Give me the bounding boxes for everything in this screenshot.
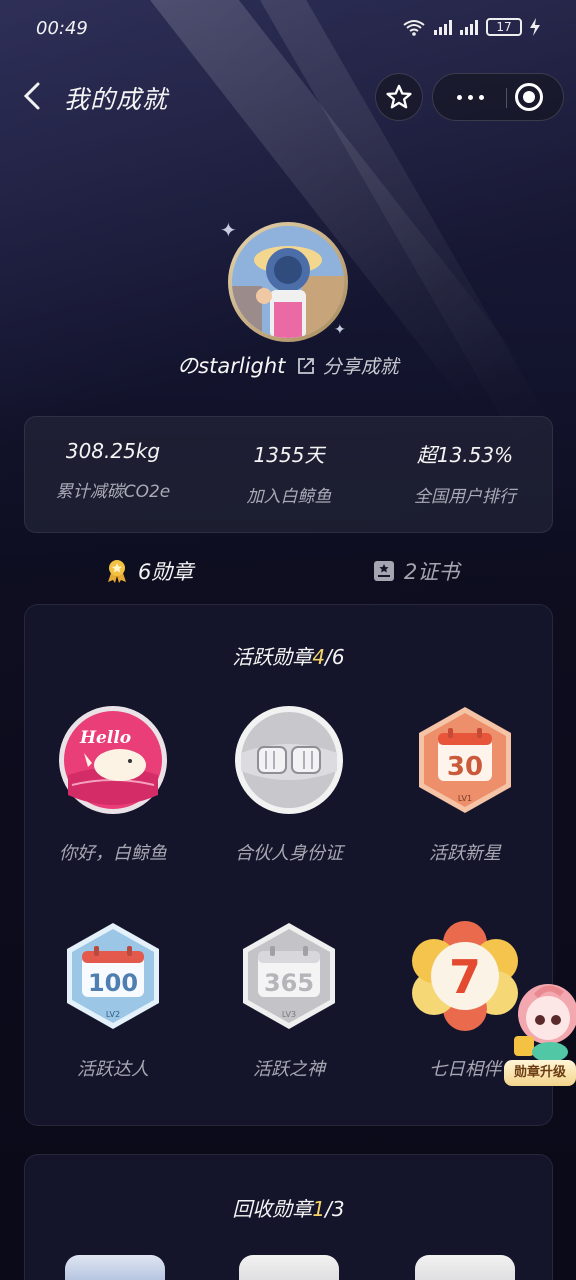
mascot-icon <box>514 984 576 1062</box>
total-count: /3 <box>325 1197 345 1221</box>
stat-days: 1355天 加入白鲸鱼 <box>201 439 377 507</box>
badge-label: 活跃达人 <box>77 1059 149 1080</box>
share-achievement-link[interactable]: 分享成就 <box>323 356 399 378</box>
stat-carbon: 308.25kg 累计减碳CO2e <box>25 439 201 502</box>
avatar-illustration <box>232 226 344 338</box>
status-bar: 00:49 17 <box>0 0 576 60</box>
avatar-image <box>232 226 344 338</box>
signal-icon <box>434 19 452 35</box>
badge-partner-id[interactable]: 合伙人身份证 <box>201 705 377 867</box>
status-time: 00:49 <box>36 18 88 39</box>
svg-text:100: 100 <box>88 969 138 997</box>
tab-certificates[interactable]: 2证书 <box>372 556 459 586</box>
stat-value: 超13.53% <box>416 443 514 467</box>
svg-text:LV1: LV1 <box>458 794 472 803</box>
badge-label: 活跃新星 <box>429 843 501 864</box>
active-badges-card: 活跃勋章4/6 Hello 你好，白鲸鱼 合伙人身份证 30 LV1 活跃新星 … <box>24 604 553 1126</box>
stats-card: 308.25kg 累计减碳CO2e 1355天 加入白鲸鱼 超13.53% 全国… <box>24 416 553 533</box>
badge-upgrade-float[interactable]: 勋章升级 <box>500 978 576 1088</box>
status-icons: 17 <box>402 18 540 36</box>
earned-count: 4 <box>312 645 326 669</box>
sparkle-icon: ✦ <box>334 322 346 338</box>
tab-badges[interactable]: 6勋章 <box>104 556 193 586</box>
calendar-365-badge-icon: 365 LV3 <box>234 921 344 1031</box>
capsule-divider <box>506 88 507 108</box>
active-badges-title: 活跃勋章4/6 <box>25 641 552 670</box>
svg-text:7: 7 <box>449 950 481 1004</box>
miniapp-capsule <box>432 73 564 121</box>
recycle-badges-title: 回收勋章1/3 <box>25 1193 552 1222</box>
badge-upgrade-label: 勋章升级 <box>504 1060 576 1086</box>
svg-text:365: 365 <box>264 969 314 997</box>
section-title-text: 活跃勋章 <box>232 645 313 669</box>
stat-value: 1355天 <box>253 443 325 467</box>
battery-icon: 17 <box>486 18 522 36</box>
recycle-badge[interactable] <box>415 1255 515 1280</box>
svg-text:LV2: LV2 <box>106 1010 120 1019</box>
stat-label: 全国用户排行 <box>414 487 516 507</box>
back-arrow-icon[interactable] <box>18 80 46 112</box>
badge-hello-whale[interactable]: Hello 你好，白鲸鱼 <box>25 705 201 867</box>
svg-text:Hello: Hello <box>79 728 131 748</box>
username: のstarlight <box>177 354 286 378</box>
svg-text:LV3: LV3 <box>282 1010 296 1019</box>
calendar-100-badge-icon: 100 LV2 <box>58 921 168 1031</box>
star-icon <box>386 84 412 109</box>
badge-label: 你好，白鲸鱼 <box>59 843 167 864</box>
close-miniapp-icon[interactable] <box>515 83 543 111</box>
signal-icon <box>460 19 478 35</box>
share-icon[interactable] <box>296 356 316 376</box>
recycle-badge[interactable] <box>65 1255 165 1280</box>
badge-label: 活跃之神 <box>253 1059 325 1080</box>
tab-certificates-label: 2证书 <box>404 560 460 584</box>
certificate-icon <box>374 561 394 581</box>
charging-icon <box>530 18 540 36</box>
avatar[interactable] <box>228 222 348 342</box>
more-icon[interactable] <box>433 74 507 120</box>
stat-value: 308.25kg <box>65 439 161 463</box>
nav-bar: 我的成就 <box>0 70 576 122</box>
username-row: のstarlight 分享成就 <box>0 350 576 380</box>
page-title: 我的成就 <box>64 85 169 114</box>
badge-active-expert[interactable]: 100 LV2 活跃达人 <box>25 921 201 1083</box>
whale-hello-badge-icon: Hello <box>58 705 168 815</box>
tab-badges-label: 6勋章 <box>138 560 194 584</box>
earned-count: 1 <box>312 1197 326 1221</box>
recycle-badges-card: 回收勋章1/3 <box>24 1154 553 1280</box>
fist-bump-badge-icon <box>234 705 344 815</box>
stat-label: 累计减碳CO2e <box>55 482 171 502</box>
wifi-icon <box>403 20 425 36</box>
stat-ranking: 超13.53% 全国用户排行 <box>377 439 553 507</box>
badge-active-god[interactable]: 365 LV3 活跃之神 <box>201 921 377 1083</box>
badge-label: 合伙人身份证 <box>235 843 343 864</box>
section-title-text: 回收勋章 <box>232 1197 313 1221</box>
medal-icon <box>108 560 126 583</box>
calendar-30-badge-icon: 30 LV1 <box>410 705 520 815</box>
svg-text:30: 30 <box>447 752 483 782</box>
sparkle-icon: ✦ <box>220 218 237 242</box>
favorite-button[interactable] <box>375 73 423 121</box>
badge-active-newstar[interactable]: 30 LV1 活跃新星 <box>377 705 553 867</box>
stat-label: 加入白鲸鱼 <box>246 487 332 507</box>
total-count: /6 <box>325 645 345 669</box>
recycle-badge[interactable] <box>239 1255 339 1280</box>
